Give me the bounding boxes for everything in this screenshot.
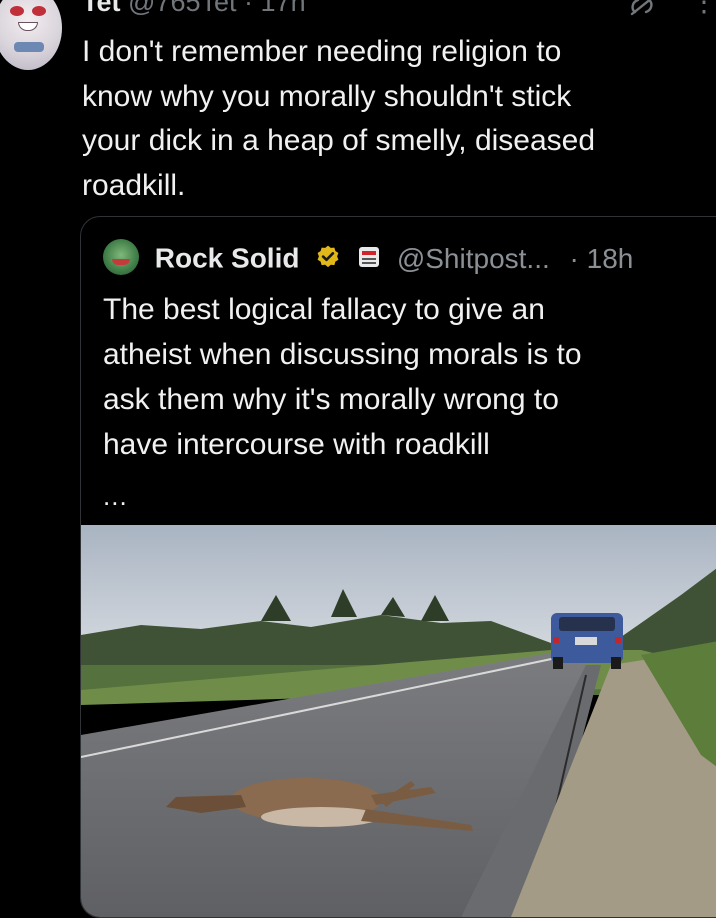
quoted-tweet-header: Rock Solid @Shitpost... · 18h — [103, 237, 633, 277]
author-name[interactable]: Tet — [82, 0, 121, 17]
avatar-bow — [14, 42, 44, 52]
verified-badge-icon — [317, 245, 339, 267]
affiliate-badge-icon[interactable] — [359, 246, 380, 267]
avatar-eye — [32, 6, 46, 16]
tweet-header: Tet @765Tet · 17h — [82, 0, 306, 18]
header-separator: · — [244, 0, 254, 17]
quoted-tweet-time[interactable]: · 18h — [570, 243, 634, 274]
author-handle[interactable]: @765Tet — [128, 0, 236, 17]
quoted-tweet-text: The best logical fallacy to give an athe… — [103, 293, 582, 461]
avatar-eye — [10, 6, 24, 16]
more-icon[interactable]: ⋮ — [690, 0, 716, 16]
quoted-author-avatar[interactable] — [103, 238, 139, 275]
quoted-tweet-card[interactable]: Rock Solid @Shitpost... · 18h The best l… — [80, 216, 716, 918]
avatar-mouth — [18, 22, 38, 31]
quoted-tweet-ellipsis: ... — [103, 481, 128, 511]
tweet-time[interactable]: 17h — [261, 0, 306, 17]
tweet-text: I don't remember needing religion to kno… — [82, 35, 596, 202]
grok-icon[interactable] — [626, 0, 658, 18]
author-avatar[interactable] — [0, 0, 62, 70]
quoted-author-handle[interactable]: @Shitpost... — [397, 243, 550, 274]
attached-photo[interactable] — [81, 525, 716, 917]
quoted-author-name[interactable]: Rock Solid — [155, 243, 300, 274]
